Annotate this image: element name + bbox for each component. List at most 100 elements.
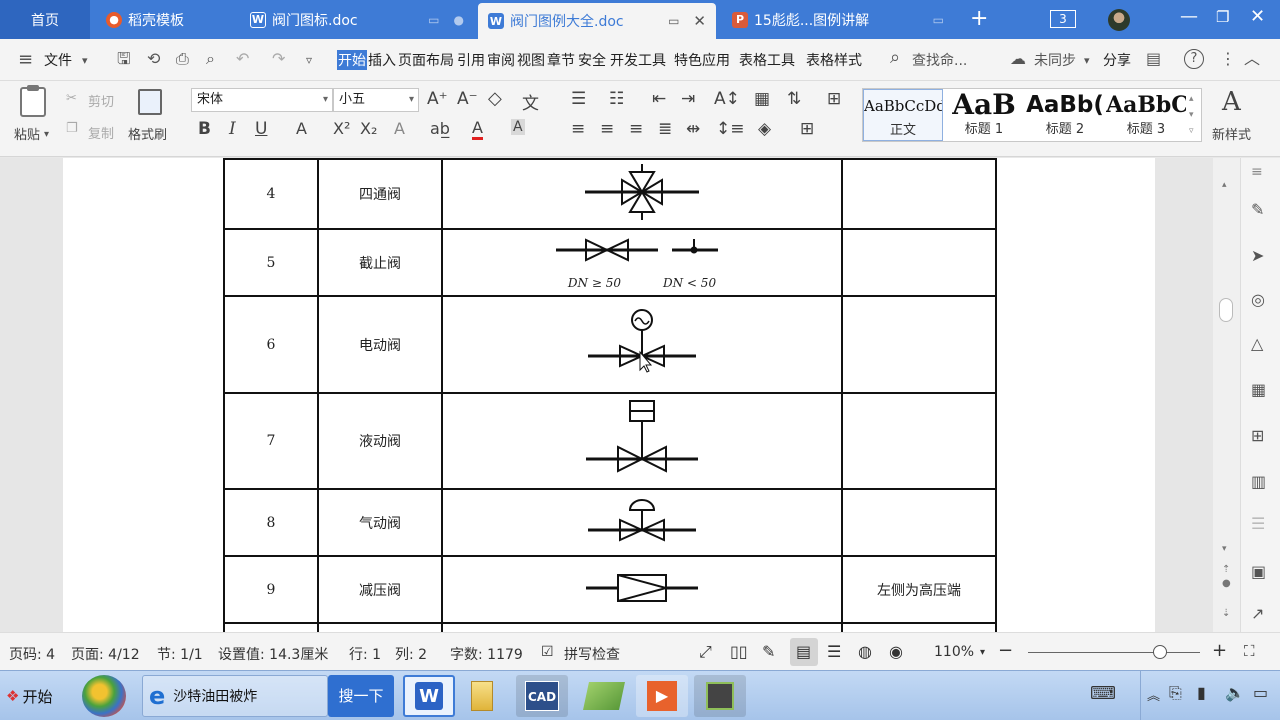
menu-features[interactable]: 特色应用 bbox=[674, 50, 730, 70]
outline-view-icon[interactable]: ☰ bbox=[827, 642, 841, 661]
cursor-select-icon[interactable]: ➤ bbox=[1251, 246, 1264, 266]
chevron-down-icon[interactable]: ▾ bbox=[82, 51, 88, 71]
chinese-layout-icon[interactable]: ▦ bbox=[754, 89, 770, 109]
new-style-icon[interactable]: A bbox=[1222, 87, 1241, 117]
document-area[interactable]: 4 四通阀 5 截止阀 DN ≥ 50 DN < 50 6 电动阀 7 液动阀 … bbox=[0, 158, 1240, 632]
undo-icon[interactable]: ↶ bbox=[236, 49, 249, 69]
zoom-percent[interactable]: 110% bbox=[934, 644, 974, 660]
cell-name[interactable]: 液动阀 bbox=[317, 392, 443, 490]
menu-page-layout[interactable]: 页面布局 bbox=[398, 50, 454, 70]
browser-360-icon[interactable] bbox=[82, 675, 126, 717]
cell-symbol[interactable] bbox=[441, 488, 843, 557]
chevron-down-icon[interactable]: ▾ bbox=[44, 125, 49, 145]
share-panel-icon[interactable]: ↗ bbox=[1251, 604, 1264, 624]
quick-access-more-icon[interactable]: ▿ bbox=[306, 50, 312, 70]
grow-font-icon[interactable]: A⁺ bbox=[427, 89, 448, 109]
bullet-list-icon[interactable]: ☰ bbox=[571, 89, 586, 109]
cell-empty[interactable] bbox=[441, 622, 843, 632]
next-page-icon[interactable]: ⇣ bbox=[1222, 608, 1230, 619]
cell-index[interactable]: 4 bbox=[223, 158, 319, 230]
font-size-select[interactable]: 小五 bbox=[333, 88, 419, 112]
chevron-down-icon[interactable]: ▾ bbox=[980, 647, 985, 658]
zoom-slider-track[interactable] bbox=[1028, 645, 1200, 659]
superscript-icon[interactable]: X² bbox=[333, 119, 350, 138]
start-button[interactable]: ❖ 开始 bbox=[2, 675, 58, 717]
show-marks-icon[interactable]: ⊞ bbox=[827, 89, 841, 109]
spell-check-icon[interactable]: ☑ bbox=[541, 644, 554, 660]
copy-button[interactable]: 复制 bbox=[88, 123, 114, 142]
keyboard-icon[interactable]: ⌨ bbox=[1090, 683, 1116, 704]
cut-button[interactable]: 剪切 bbox=[88, 91, 114, 110]
cell-empty[interactable] bbox=[317, 622, 443, 632]
search-icon[interactable]: ⌕ bbox=[890, 48, 900, 68]
select-browse-icon[interactable]: ● bbox=[1222, 578, 1231, 589]
new-style-button[interactable]: 新样式 bbox=[1212, 124, 1251, 143]
taskbar-wps-writer[interactable]: W bbox=[403, 675, 455, 717]
increase-indent-icon[interactable]: ⇥ bbox=[681, 89, 695, 109]
cut-icon[interactable]: ✂ bbox=[66, 91, 77, 106]
shapes-icon[interactable]: ◎ bbox=[1251, 290, 1265, 310]
volume-icon[interactable]: 🔈 bbox=[1225, 683, 1245, 702]
paste-icon[interactable] bbox=[20, 85, 46, 117]
pen-icon[interactable]: ✎ bbox=[1251, 200, 1264, 220]
paste-button[interactable]: 粘贴 bbox=[14, 124, 40, 143]
align-left-icon[interactable]: ≡ bbox=[571, 119, 585, 139]
cell-index[interactable]: 7 bbox=[223, 392, 319, 490]
new-tab-plus-icon[interactable]: + bbox=[970, 7, 988, 31]
more-dots-icon[interactable]: ⋮ bbox=[1220, 49, 1236, 69]
tray-expand-icon[interactable]: ︽ bbox=[1147, 685, 1160, 704]
network-icon[interactable]: ▮ bbox=[1197, 683, 1206, 702]
action-center-icon[interactable]: ▭ bbox=[1253, 683, 1268, 702]
scroll-up-icon[interactable]: ▴ bbox=[1222, 180, 1227, 190]
phonetic-guide-icon[interactable]: 文 bbox=[522, 89, 539, 114]
align-center-icon[interactable]: ≡ bbox=[600, 119, 614, 139]
minimize-icon[interactable]: — bbox=[1180, 6, 1198, 27]
restore-icon[interactable]: ❐ bbox=[1216, 8, 1229, 26]
text-direction-icon[interactable]: A↕ bbox=[714, 89, 740, 109]
status-line[interactable]: 行: 1 bbox=[349, 644, 381, 664]
taskbar-cad[interactable]: CAD bbox=[516, 675, 568, 717]
valve-legend-table[interactable]: 4 四通阀 5 截止阀 DN ≥ 50 DN < 50 6 电动阀 7 液动阀 … bbox=[223, 158, 997, 632]
reading-mode-icon[interactable]: ▯▯ bbox=[730, 642, 748, 661]
text-effect-icon[interactable]: A bbox=[394, 119, 405, 138]
zoom-in-icon[interactable]: + bbox=[1212, 640, 1227, 661]
monitor-icon[interactable]: ▭ bbox=[933, 13, 944, 27]
monitor-icon[interactable]: ▭ bbox=[428, 13, 439, 27]
usb-icon[interactable]: ⎘ bbox=[1169, 683, 1182, 703]
command-search[interactable]: 查找命... bbox=[912, 50, 967, 70]
chart-icon[interactable]: ▥ bbox=[1251, 472, 1266, 492]
scroll-thumb[interactable] bbox=[1219, 298, 1233, 322]
cloud-sync-icon[interactable]: ☁ bbox=[1010, 49, 1026, 69]
taskbar-wps-presentation[interactable]: ▶ bbox=[636, 675, 688, 717]
status-page[interactable]: 页面: 4/12 bbox=[71, 644, 140, 664]
cell-note[interactable]: 左侧为高压端 bbox=[841, 555, 997, 624]
table-icon[interactable]: ▦ bbox=[1251, 380, 1266, 400]
chevron-down-icon[interactable]: ▾ bbox=[1084, 51, 1090, 71]
zoom-out-icon[interactable]: − bbox=[998, 640, 1013, 661]
tab-home[interactable]: 首页 bbox=[0, 0, 90, 39]
style-heading-3[interactable]: AaBbC 标题 3 bbox=[1106, 89, 1186, 141]
gallery-scroll-icon[interactable]: ▴ ▾ ▿ bbox=[1189, 91, 1194, 139]
style-normal[interactable]: AaBbCcDd 正文 bbox=[863, 89, 943, 141]
style-heading-1[interactable]: AaB 标题 1 bbox=[944, 89, 1024, 141]
menu-security[interactable]: 安全 bbox=[578, 50, 606, 70]
italic-button[interactable]: I bbox=[229, 119, 236, 139]
format-painter-button[interactable]: 格式刷 bbox=[128, 124, 167, 143]
status-section[interactable]: 节: 1/1 bbox=[157, 644, 203, 664]
cell-name[interactable]: 电动阀 bbox=[317, 295, 443, 394]
calendar-icon[interactable]: ▤ bbox=[1146, 49, 1161, 69]
print-icon[interactable]: ⎙ bbox=[176, 49, 189, 69]
distributed-icon[interactable]: ⇹ bbox=[686, 119, 700, 139]
justify-icon[interactable]: ≣ bbox=[658, 119, 672, 139]
vertical-scrollbar[interactable]: ▴ ▾ ⇡ ● ⇣ bbox=[1213, 158, 1240, 632]
copy-icon[interactable]: ❐ bbox=[66, 121, 78, 136]
fullscreen-icon[interactable]: ⤢ bbox=[699, 642, 712, 662]
search-go-button[interactable]: 搜一下 bbox=[328, 675, 394, 717]
spell-check-button[interactable]: 拼写检查 bbox=[564, 644, 620, 664]
status-word-count[interactable]: 字数: 1179 bbox=[450, 644, 523, 664]
monitor-icon[interactable]: ▭ bbox=[668, 14, 679, 28]
cell-index[interactable]: 9 bbox=[223, 555, 319, 624]
share-button[interactable]: 分享 bbox=[1103, 50, 1131, 70]
prev-page-icon[interactable]: ⇡ bbox=[1222, 564, 1230, 575]
document-page[interactable]: 4 四通阀 5 截止阀 DN ≥ 50 DN < 50 6 电动阀 7 液动阀 … bbox=[63, 158, 1155, 632]
